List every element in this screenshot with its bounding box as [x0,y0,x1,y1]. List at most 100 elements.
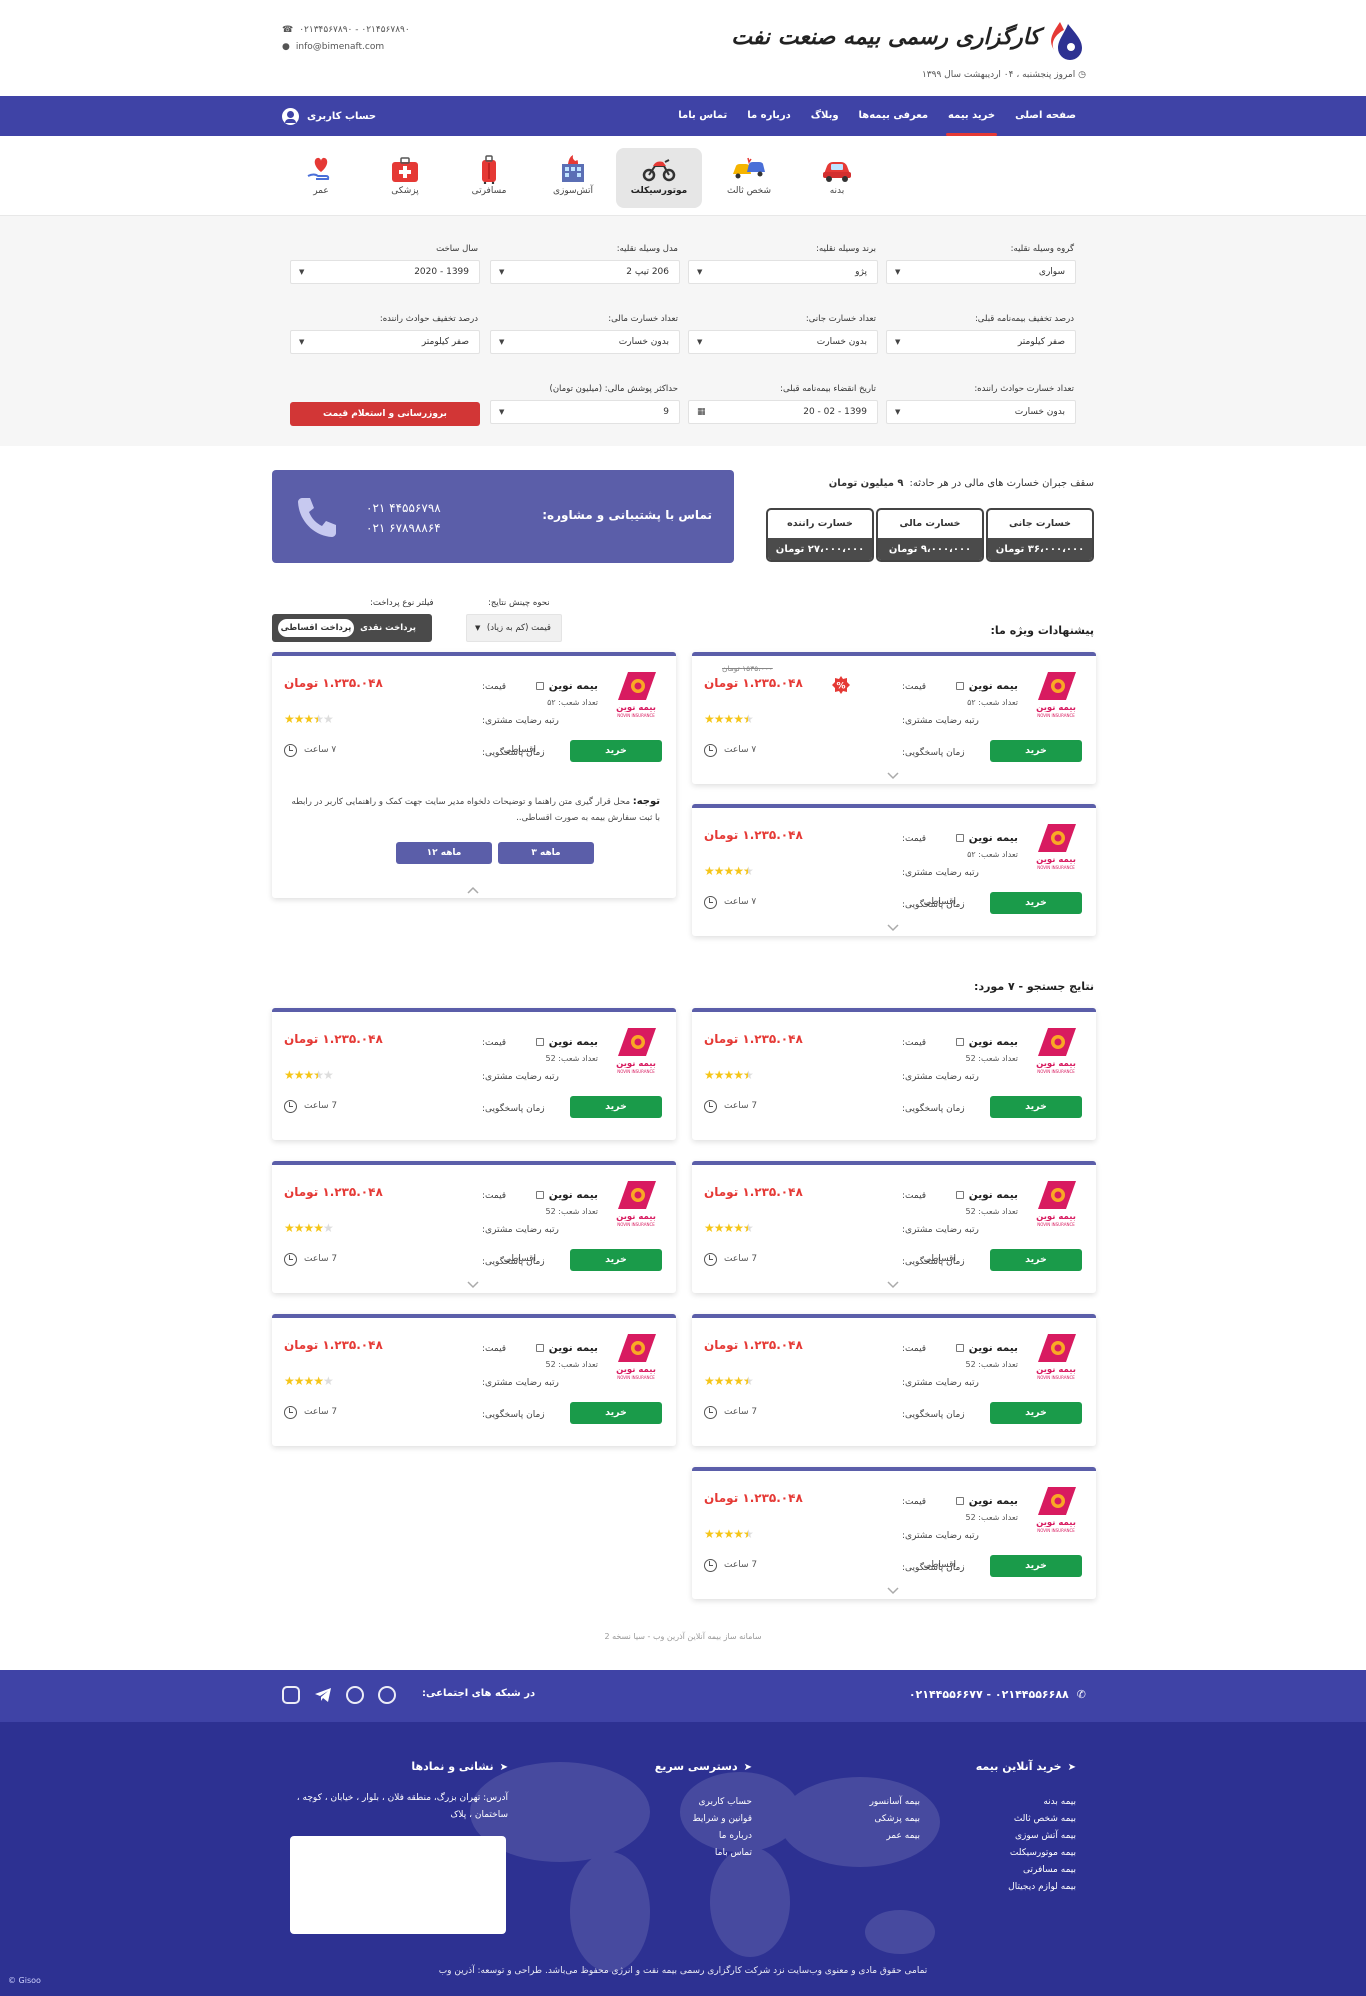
installment-12-month-button[interactable]: ۱۲ ماهه [396,842,492,864]
chevron-down-icon[interactable] [467,1281,479,1289]
buy-button[interactable]: خرید [990,1096,1082,1118]
instagram-icon[interactable] [282,1686,300,1704]
buy-button[interactable]: خرید [570,1096,662,1118]
insurer-logo[interactable]: بیمه نوین NOVIN INSURANCE [614,1026,658,1078]
category-medical-kit[interactable]: پزشکی [362,148,448,208]
external-link-icon[interactable] [955,1344,964,1352]
nav-item-4[interactable]: درباره ما [737,96,801,136]
insurer-name[interactable]: بیمه نوین [955,1189,1018,1201]
footer-link[interactable]: بیمه شخص ثالث [1008,1811,1076,1828]
site-logo[interactable]: کارگزاری رسمی بیمه صنعت نفت [731,18,1086,66]
footer-link[interactable]: بیمه لوازم دیجیتال [1008,1879,1076,1896]
category-heart-hand[interactable]: عمر [278,148,364,208]
external-link-icon[interactable] [955,1191,964,1199]
prev-expiry-date-input[interactable]: 1399 - 02 - 20 [688,400,878,424]
insurer-logo[interactable]: بیمه نوین NOVIN INSURANCE [1034,1179,1078,1231]
account-link[interactable]: حساب کاربری [282,96,376,136]
category-car-crash[interactable]: شخص ثالث [706,148,792,208]
prev-discount-select[interactable]: صفر کیلومتر [886,330,1076,354]
installment-3-month-button[interactable]: ۳ ماهه [498,842,594,864]
pay-cash-option[interactable]: پرداخت نقدی [360,614,416,642]
footer-link[interactable]: تماس باما [692,1845,752,1862]
external-link-icon[interactable] [955,834,964,842]
insurer-logo[interactable]: بیمه نوین NOVIN INSURANCE [1034,1026,1078,1078]
driver-damage-select[interactable]: بدون خسارت [886,400,1076,424]
nav-item-3[interactable]: وبلاگ [801,96,849,136]
buy-button[interactable]: خرید [990,740,1082,762]
external-link-icon[interactable] [535,1191,544,1199]
footer-link[interactable]: بیمه بدنه [1008,1794,1076,1811]
buy-button[interactable]: خرید [990,1555,1082,1577]
phone-handset-icon [298,498,336,537]
sort-select[interactable]: قیمت (کم به زیاد) [466,614,562,642]
vehicle-group-select[interactable]: سواری [886,260,1076,284]
external-link-icon[interactable] [535,1344,544,1352]
footer-link[interactable]: درباره ما [692,1828,752,1845]
buy-button[interactable]: خرید [990,892,1082,914]
insurer-name[interactable]: بیمه نوین [955,1495,1018,1507]
update-inquiry-button[interactable]: بروزرسانی و استعلام قیمت [290,402,480,426]
footer-link[interactable]: بیمه آتش سوزی [1008,1828,1076,1845]
max-coverage-select[interactable]: 9 [490,400,680,424]
support-phone-2[interactable]: ۰۲۱ ۶۷۸۹۸۸۶۴ [366,518,441,538]
category-car[interactable]: بدنه [794,148,880,208]
insurer-logo[interactable]: بیمه نوین NOVIN INSURANCE [614,1332,658,1384]
google-icon[interactable] [378,1686,396,1704]
insurer-logo[interactable]: بیمه نوین NOVIN INSURANCE [614,670,658,722]
external-link-icon[interactable] [535,1038,544,1046]
driver-discount-select[interactable]: صفر کیلومتر [290,330,480,354]
footer-link[interactable]: بیمه پزشکی [870,1811,920,1828]
pay-installment-option[interactable]: پرداخت اقساطی [278,619,354,637]
buy-button[interactable]: خرید [990,1249,1082,1271]
insurer-name[interactable]: بیمه نوین [955,1342,1018,1354]
chevron-down-icon[interactable] [887,772,899,780]
life-damage-select[interactable]: بدون خسارت [688,330,878,354]
insurer-name[interactable]: بیمه نوین [955,832,1018,844]
buy-button[interactable]: خرید [570,1402,662,1424]
insurer-name[interactable]: بیمه نوین [535,1342,598,1354]
telegram-icon[interactable] [314,1686,332,1704]
nav-item-5[interactable]: تماس باما [668,96,737,136]
footer-link[interactable]: بیمه موتورسیکلت [1008,1845,1076,1862]
whatsapp-icon[interactable] [346,1686,364,1704]
insurer-name[interactable]: بیمه نوین [955,1036,1018,1048]
insurer-logo[interactable]: بیمه نوین NOVIN INSURANCE [614,1179,658,1231]
top-email[interactable]: info@bimenaft.com [296,39,384,56]
footer-link[interactable]: بیمه آسانسور [870,1794,920,1811]
vehicle-brand-select[interactable]: پژو [688,260,878,284]
chevron-down-icon[interactable] [887,1587,899,1595]
category-building-fire[interactable]: آتش‌سوزی [530,148,616,208]
external-link-icon[interactable] [955,1038,964,1046]
buy-button[interactable]: خرید [990,1402,1082,1424]
buy-button[interactable]: خرید [570,740,662,762]
nav-item-0[interactable]: صفحه اصلی [1005,96,1086,136]
footer-link[interactable]: بیمه مسافرتی [1008,1862,1076,1879]
insurer-logo[interactable]: بیمه نوین NOVIN INSURANCE [1034,1332,1078,1384]
insurer-name[interactable]: بیمه نوین [535,680,598,692]
buy-button[interactable]: خرید [570,1249,662,1271]
insurer-name[interactable]: بیمه نوین [535,1036,598,1048]
chevron-up-icon[interactable] [467,886,479,894]
nav-item-2[interactable]: معرفی بیمه‌ها [849,96,939,136]
footer-link[interactable]: بیمه عمر [870,1828,920,1845]
category-motorcycle[interactable]: موتورسیکلت [616,148,702,208]
financial-damage-select[interactable]: بدون خسارت [490,330,680,354]
support-phone-1[interactable]: ۰۲۱ ۴۴۵۵۶۷۹۸ [366,498,441,518]
chevron-down-icon[interactable] [887,924,899,932]
external-link-icon[interactable] [535,682,544,690]
insurer-logo[interactable]: بیمه نوین NOVIN INSURANCE [1034,670,1078,722]
category-suitcase[interactable]: مسافرتی [446,148,532,208]
chevron-down-icon[interactable] [887,1281,899,1289]
external-link-icon[interactable] [955,682,964,690]
insurer-name[interactable]: بیمه نوین [955,680,1018,692]
insurer-logo[interactable]: بیمه نوین NOVIN INSURANCE [1034,1485,1078,1537]
external-link-icon[interactable] [955,1497,964,1505]
vehicle-model-select[interactable]: 206 تیپ 2 [490,260,680,284]
insurer-name[interactable]: بیمه نوین [535,1189,598,1201]
footer-link[interactable]: حساب کاربری [692,1794,752,1811]
build-year-select[interactable]: 1399 - 2020 [290,260,480,284]
nav-item-1[interactable]: خرید بیمه [938,96,1005,136]
footer-link[interactable]: قوانین و شرایط [692,1811,752,1828]
top-phone[interactable]: ۰۲۱۳۴۵۶۷۸۹۰ - ۰۲۱۴۵۶۷۸۹۰ [299,22,409,39]
insurer-logo[interactable]: بیمه نوین NOVIN INSURANCE [1034,822,1078,874]
